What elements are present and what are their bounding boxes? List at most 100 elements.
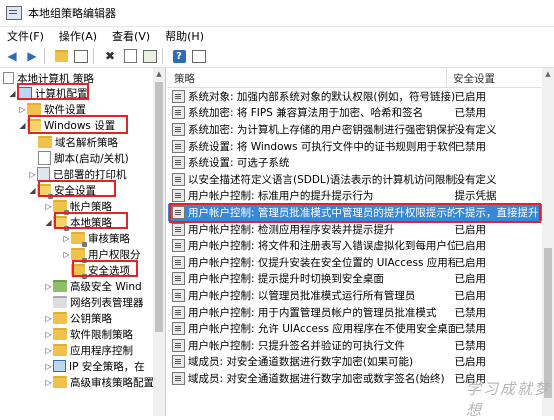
tree-item-public-key[interactable]: ▷ 公钥策略 <box>44 310 112 326</box>
table-row[interactable]: 用户帐户控制: 以管理员批准模式运行所有管理员 已启用 <box>168 287 542 304</box>
tree-item-advanced-audit[interactable]: ▷ 高级审核策略配置 <box>44 374 154 390</box>
policy-name: 域成员: 对安全通道数据进行数字加密(如果可能) <box>188 356 414 369</box>
table-row[interactable]: 系统设置: 可选子系统 <box>168 154 542 171</box>
table-row[interactable]: 用户帐户控制: 提示提升时切换到安全桌面 已启用 <box>168 271 542 288</box>
policy-name: 系统设置: 将 Windows 可执行文件中的证书规则用于软件... <box>188 140 455 153</box>
menu-action[interactable]: 操作(A) <box>52 28 105 44</box>
table-row[interactable]: 系统设置: 将 Windows 可执行文件中的证书规则用于软件... 已禁用 <box>168 138 542 155</box>
delete-icon[interactable]: ✖ <box>102 48 118 64</box>
policy-list-scrollbar[interactable]: ▲ <box>542 68 554 416</box>
menu-view[interactable]: 查看(V) <box>105 28 158 44</box>
tree-item-advanced-firewall[interactable]: ▷ 高级安全 Wind <box>44 278 142 294</box>
scroll-up-icon[interactable]: ▲ <box>542 68 554 80</box>
folder-icon <box>53 312 67 324</box>
table-row[interactable]: 用户帐户控制: 允许 UIAccess 应用程序在不使用安全桌面... 已禁用 <box>168 320 542 337</box>
policy-setting: 没有定义 <box>454 173 497 186</box>
table-row[interactable]: 域成员: 对安全通道数据进行数字加密(如果可能) 已启用 <box>168 354 542 371</box>
table-row[interactable]: 用户帐户控制: 用于内置管理员帐户的管理员批准模式 已禁用 <box>168 304 542 321</box>
up-folder-icon[interactable] <box>53 48 69 64</box>
firewall-icon <box>53 280 67 292</box>
properties-icon[interactable] <box>122 48 138 64</box>
policy-list: 系统对象: 加强内部系统对象的默认权限(例如，符号链接) 已启用 系统加密: 将… <box>168 88 542 416</box>
policy-name: 以安全描述符定义语言(SDDL)语法表示的计算机访问限制 <box>188 173 455 186</box>
tree-label: 应用程序控制 <box>70 344 133 357</box>
tree-item-audit-policy[interactable]: ▷ 审核策略 <box>62 230 130 247</box>
chevron-right-icon[interactable]: ▷ <box>44 314 53 323</box>
policy-name: 系统设置: 可选子系统 <box>188 157 290 170</box>
table-row[interactable]: 用户帐户控制: 只提升签名并验证的可执行文件 已禁用 <box>168 337 542 354</box>
tree-scrollbar[interactable]: ▲ <box>153 68 165 416</box>
tree-label: 高级安全 Wind <box>70 280 142 293</box>
scroll-thumb[interactable] <box>155 82 163 332</box>
chevron-right-icon[interactable]: ▷ <box>44 378 53 387</box>
policy-icon <box>172 255 185 269</box>
tree-item-ip-security[interactable]: ▷ IP 安全策略，在 <box>44 358 145 374</box>
column-label: 安全设置 <box>453 72 495 85</box>
chevron-down-icon[interactable]: ◢ <box>28 186 37 195</box>
show-hide-tree-icon[interactable] <box>73 48 89 64</box>
policy-setting: 已禁用 <box>454 323 487 336</box>
table-row[interactable]: 用户帐户控制: 标准用户的提升提示行为 提示凭据 <box>168 188 542 205</box>
tree-item-app-control[interactable]: ▷ 应用程序控制 <box>44 342 133 358</box>
policy-setting: 已启用 <box>454 90 487 103</box>
chevron-right-icon[interactable]: ▷ <box>44 362 53 371</box>
menu-help[interactable]: 帮助(H) <box>158 28 212 44</box>
chevron-right-icon[interactable]: ▷ <box>44 282 53 291</box>
scroll-up-icon[interactable]: ▲ <box>153 68 165 80</box>
chevron-right-icon[interactable]: ▷ <box>18 105 27 114</box>
policy-icon <box>172 189 185 203</box>
printer-icon <box>37 167 50 181</box>
policy-icon <box>172 322 185 336</box>
chevron-right-icon[interactable]: ▷ <box>28 170 37 179</box>
policy-name: 用户帐户控制: 检测应用程序安装并提示提升 <box>188 223 395 236</box>
policy-icon <box>172 338 185 352</box>
help-icon[interactable]: ? <box>171 48 187 64</box>
tree-label: 域名解析策略 <box>55 136 118 149</box>
table-row[interactable]: 系统对象: 加强内部系统对象的默认权限(例如，符号链接) 已启用 <box>168 88 542 105</box>
table-row[interactable]: 用户帐户控制: 将文件和注册表写入错误虚拟化到每用户位置 已启用 <box>168 237 542 254</box>
tree-item-scripts[interactable]: 脚本(启动/关机) <box>38 150 129 166</box>
highlight-security-options <box>72 260 138 277</box>
view-pane-icon[interactable] <box>191 48 207 64</box>
policy-icon <box>172 172 185 186</box>
scroll-thumb[interactable] <box>544 248 552 398</box>
tree-item-network-list[interactable]: 网络列表管理器 <box>53 294 144 310</box>
chevron-down-icon[interactable]: ◢ <box>18 121 27 130</box>
policy-name: 系统加密: 将 FIPS 兼容算法用于加密、哈希和签名 <box>188 107 424 120</box>
table-row[interactable]: 系统加密: 为计算机上存储的用户密钥强制进行强密钥保护 没有定义 <box>168 121 542 138</box>
export-list-icon[interactable] <box>142 48 158 64</box>
tree-item-name-resolution[interactable]: 域名解析策略 <box>38 134 118 150</box>
table-row[interactable]: 用户帐户控制: 仅提升安装在安全位置的 UIAccess 应用程序 已启用 <box>168 254 542 271</box>
policy-name: 用户帐户控制: 将文件和注册表写入错误虚拟化到每用户位置 <box>188 240 455 253</box>
policy-setting: 已启用 <box>454 356 487 369</box>
table-row[interactable]: 系统加密: 将 FIPS 兼容算法用于加密、哈希和签名 已禁用 <box>168 105 542 122</box>
title-bar: 本地组策略编辑器 <box>0 0 554 27</box>
policy-name: 系统加密: 为计算机上存储的用户密钥强制进行强密钥保护 <box>188 123 455 136</box>
chevron-right-icon[interactable]: ▷ <box>44 330 53 339</box>
policy-name: 用户帐户控制: 允许 UIAccess 应用程序在不使用安全桌面... <box>188 323 455 336</box>
chevron-right-icon[interactable]: ▷ <box>62 234 71 243</box>
chevron-right-icon[interactable]: ▷ <box>44 202 53 211</box>
chevron-down-icon[interactable]: ◢ <box>8 89 17 98</box>
tree-label: 高级审核策略配置 <box>70 376 154 389</box>
chevron-down-icon[interactable]: ◢ <box>44 218 53 227</box>
column-header-setting[interactable]: 安全设置 <box>447 69 541 88</box>
policy-icon <box>172 288 185 302</box>
policy-setting: 已启用 <box>454 240 487 253</box>
policy-icon <box>172 239 185 253</box>
policy-icon <box>172 272 185 286</box>
table-row[interactable]: 用户帐户控制: 检测应用程序安装并提示提升 已启用 <box>168 221 542 238</box>
policy-setting: 已禁用 <box>454 107 487 120</box>
menu-file[interactable]: 文件(F) <box>0 28 52 44</box>
back-arrow-icon[interactable]: ◀ <box>4 48 20 64</box>
chevron-right-icon[interactable]: ▷ <box>44 346 53 355</box>
forward-arrow-icon[interactable]: ▶ <box>24 48 40 64</box>
column-header-policy[interactable]: 策略 <box>168 69 447 88</box>
tree-label: 网络列表管理器 <box>70 296 144 309</box>
policy-icon <box>172 355 185 369</box>
policy-setting: 已启用 <box>454 223 487 236</box>
tree-label: 软件限制策略 <box>70 328 133 341</box>
table-row[interactable]: 以安全描述符定义语言(SDDL)语法表示的计算机访问限制 没有定义 <box>168 171 542 188</box>
tree-item-software-restriction[interactable]: ▷ 软件限制策略 <box>44 326 133 342</box>
chevron-right-icon[interactable]: ▷ <box>62 250 71 259</box>
